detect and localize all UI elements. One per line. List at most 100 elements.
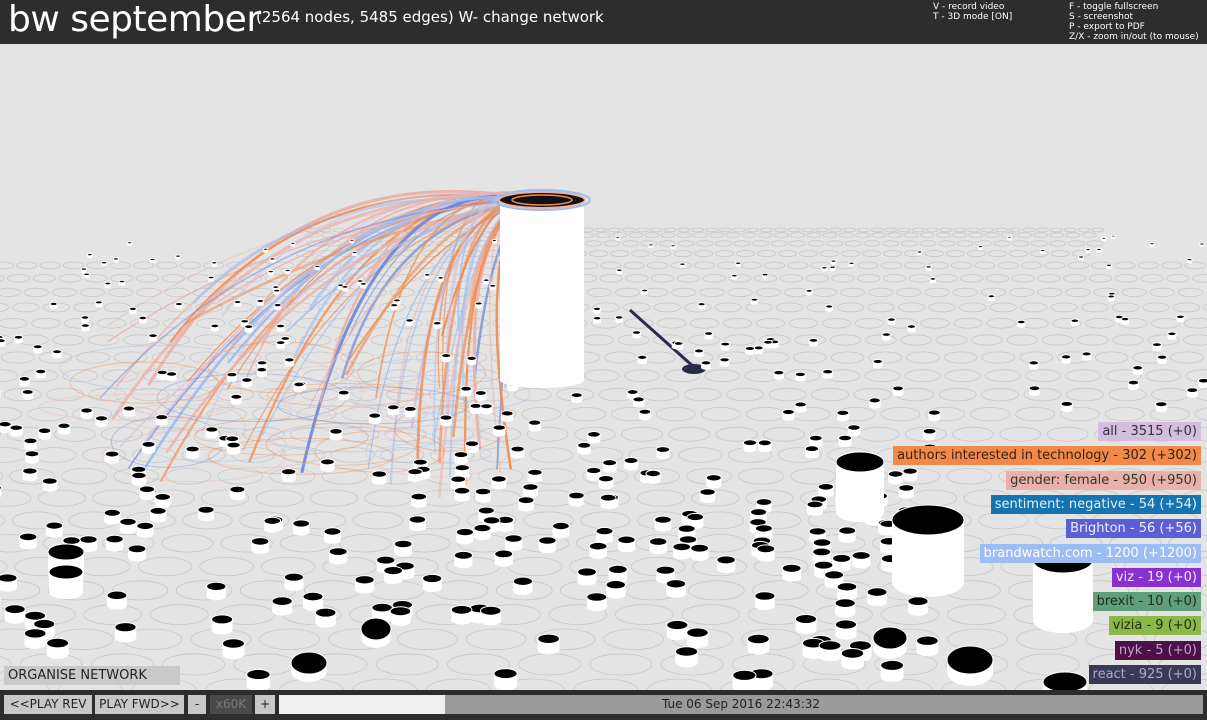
node-cylinder[interactable] [41,477,58,492]
node-cylinder[interactable] [174,301,183,310]
node-cylinder[interactable] [898,484,915,499]
node-cylinder[interactable] [262,247,269,253]
node-cylinder[interactable] [155,414,169,426]
node-cylinder[interactable] [744,346,756,356]
node-cylinder[interactable] [284,357,295,367]
node-cylinder[interactable] [1197,377,1207,389]
network-3d-view[interactable] [0,44,1207,690]
node-cylinder[interactable] [453,486,471,502]
node-cylinder[interactable] [851,551,871,569]
node-cylinder[interactable] [314,264,321,271]
node-cylinder[interactable] [754,591,776,611]
node-cylinder[interactable] [686,627,709,649]
node-cylinder[interactable] [587,431,601,444]
node-cylinder[interactable] [510,445,525,459]
node-cylinder[interactable] [453,451,469,465]
node-cylinder[interactable] [211,261,218,267]
node-cylinder[interactable] [763,339,773,349]
node-cylinder[interactable] [175,254,181,260]
node-cylinder[interactable] [21,389,34,400]
timeline-slider[interactable]: Tue 06 Sep 2016 22:43:32 [279,695,1203,714]
node-cylinder[interactable] [537,633,560,655]
node-cylinder[interactable] [206,581,227,601]
node-cylinder[interactable] [1070,318,1080,327]
node-cylinder[interactable] [742,439,758,453]
legend-item[interactable]: authors interested in technology - 302 (… [893,446,1201,466]
node-cylinder[interactable] [840,648,865,670]
node-cylinder[interactable] [1151,342,1162,351]
node-cylinder[interactable] [753,345,764,355]
node-cylinder[interactable] [818,640,842,662]
node-cylinder[interactable] [623,457,639,471]
node-cylinder[interactable] [480,403,493,415]
node-cylinder[interactable] [351,250,358,256]
node-cylinder[interactable] [407,468,423,482]
node-cylinder[interactable] [432,321,442,329]
node-cylinder[interactable] [491,475,507,490]
node-cylinder[interactable] [906,324,917,333]
node-cylinder[interactable] [229,485,246,501]
node-cylinder[interactable] [757,439,772,453]
node-cylinder[interactable] [46,637,70,659]
node-cylinder[interactable] [670,244,676,250]
node-cylinder[interactable] [808,338,819,347]
node-cylinder[interactable] [49,301,58,310]
node-cylinder[interactable] [588,541,608,559]
node-cylinder[interactable] [19,532,38,550]
node-cylinder[interactable] [408,515,427,532]
node-cylinder[interactable] [0,421,12,434]
node-cylinder[interactable] [674,646,699,668]
node-cylinder[interactable] [86,253,93,259]
node-cylinder[interactable] [735,261,742,268]
node-cylinder[interactable] [504,534,523,551]
node-cylinder[interactable] [892,385,904,397]
node-cylinder[interactable] [119,517,137,534]
node-cylinder[interactable] [473,523,492,541]
node-cylinder[interactable] [354,575,375,594]
node-cylinder[interactable] [887,470,904,485]
node-cylinder[interactable] [393,539,413,557]
node-cylinder[interactable] [0,338,6,347]
node-cylinder[interactable] [598,475,614,490]
node-cylinder[interactable] [410,492,428,508]
node-cylinder[interactable] [360,617,392,648]
node-cylinder[interactable] [1156,354,1168,365]
node-cylinder[interactable] [666,619,689,641]
node-cylinder[interactable] [705,474,722,489]
node-cylinder[interactable] [293,381,305,393]
node-cylinder[interactable] [341,285,349,292]
node-cylinder[interactable] [469,402,483,415]
node-cylinder[interactable] [592,306,602,314]
node-cylinder[interactable] [773,369,785,380]
node-cylinder[interactable] [250,537,270,554]
node-cylinder[interactable] [83,272,90,279]
node-cylinder[interactable] [273,303,282,311]
node-cylinder[interactable] [1132,365,1144,375]
node-cylinder[interactable] [866,587,888,607]
node-cylinder[interactable] [0,485,2,499]
node-cylinder[interactable] [916,250,923,256]
node-cylinder[interactable] [552,521,570,539]
node-cylinder[interactable] [750,297,759,305]
node-cylinder[interactable] [45,521,64,538]
legend-item[interactable]: brexit - 10 (+0) [1092,592,1201,612]
node-cylinder[interactable] [602,459,618,473]
node-cylinder[interactable] [699,488,716,504]
node-cylinder[interactable] [977,245,984,250]
node-cylinder[interactable] [233,300,242,308]
node-cylinder[interactable] [491,239,498,244]
node-cylinder[interactable] [138,315,148,324]
node-cylinder[interactable] [916,635,939,657]
node-cylinder[interactable] [1028,385,1041,397]
node-cylinder[interactable] [782,408,795,421]
node-cylinder[interactable] [648,537,668,555]
node-cylinder[interactable] [848,261,855,268]
node-cylinder[interactable] [319,458,335,472]
node-cylinder[interactable] [836,582,858,601]
node-cylinder[interactable] [794,401,807,413]
node-cylinder[interactable] [648,243,654,249]
node-cylinder[interactable] [57,422,71,435]
node-cylinder[interactable] [880,659,905,682]
node-cylinder[interactable] [527,468,543,483]
node-cylinder[interactable] [617,535,636,553]
